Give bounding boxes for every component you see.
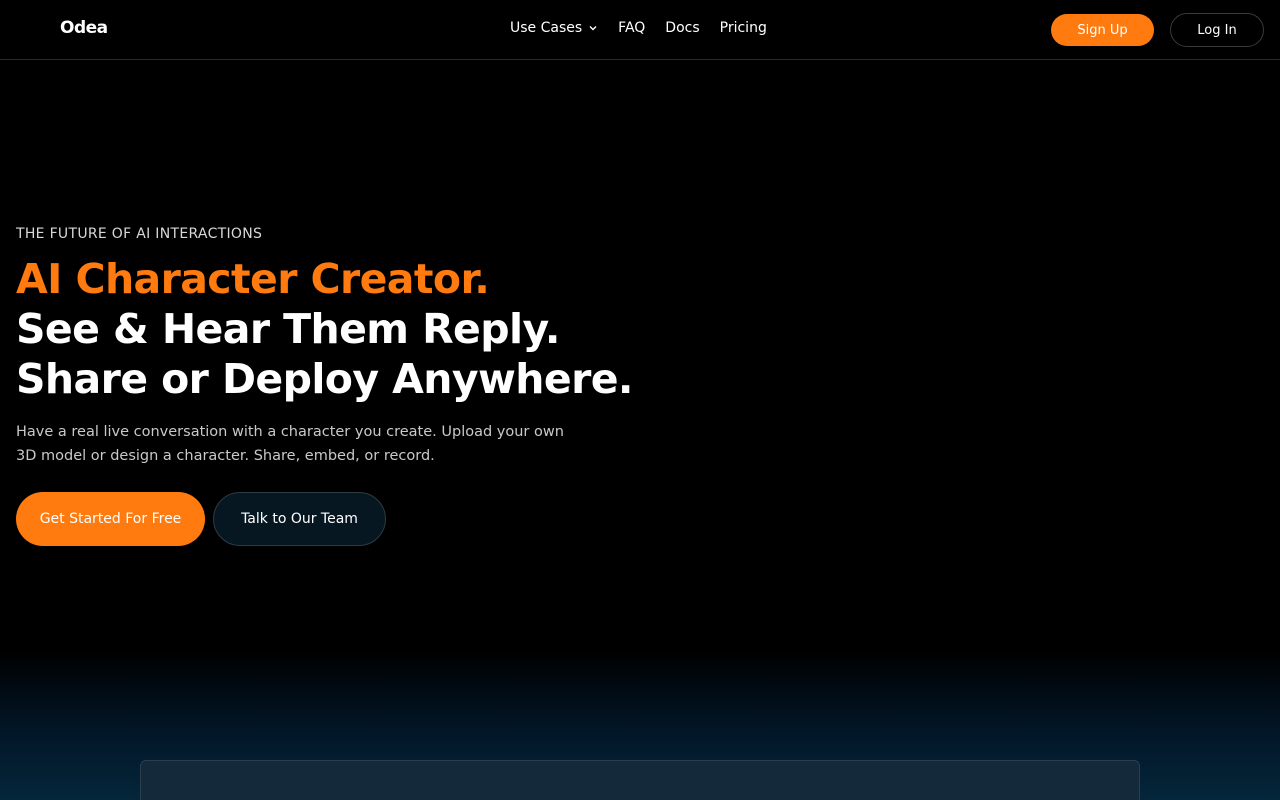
- nav-item-pricing[interactable]: Pricing: [720, 20, 767, 36]
- headline-line-3: Share or Deploy Anywhere.: [16, 355, 633, 403]
- hero-description: Have a real live conversation with a cha…: [16, 424, 564, 464]
- chevron-down-icon: [589, 26, 597, 31]
- main-nav: Use Cases FAQ Docs Pricing: [510, 20, 767, 36]
- nav-item-label: Pricing: [719, 20, 767, 36]
- nav-item-use-cases[interactable]: Use Cases: [510, 20, 598, 36]
- nav-item-docs[interactable]: Docs: [665, 20, 699, 36]
- nav-item-label: Docs: [665, 20, 700, 36]
- headline-line-2: See & Hear Them Reply.: [16, 305, 560, 353]
- logo[interactable]: Odea: [60, 18, 108, 38]
- nav-item-faq[interactable]: FAQ: [618, 20, 645, 36]
- nav-item-label: FAQ: [618, 20, 646, 36]
- sign-up-button[interactable]: Sign Up: [1051, 14, 1154, 46]
- site-header: Odea Use Cases FAQ Docs Pricing Sign Up …: [0, 0, 1280, 60]
- hero-headline: AI Character Creator. See & Hear Them Re…: [16, 254, 656, 404]
- page: Odea Use Cases FAQ Docs Pricing Sign Up …: [0, 0, 1280, 800]
- hero-eyebrow: THE FUTURE OF AI INTERACTIONS: [16, 226, 263, 242]
- headline-line-1: AI Character Creator.: [16, 255, 490, 303]
- nav-item-label: Use Cases: [510, 20, 583, 36]
- get-started-button[interactable]: Get Started For Free: [16, 492, 205, 546]
- log-in-button[interactable]: Log In: [1170, 13, 1264, 47]
- demo-panel: [140, 760, 1140, 800]
- talk-to-team-button[interactable]: Talk to Our Team: [213, 492, 386, 546]
